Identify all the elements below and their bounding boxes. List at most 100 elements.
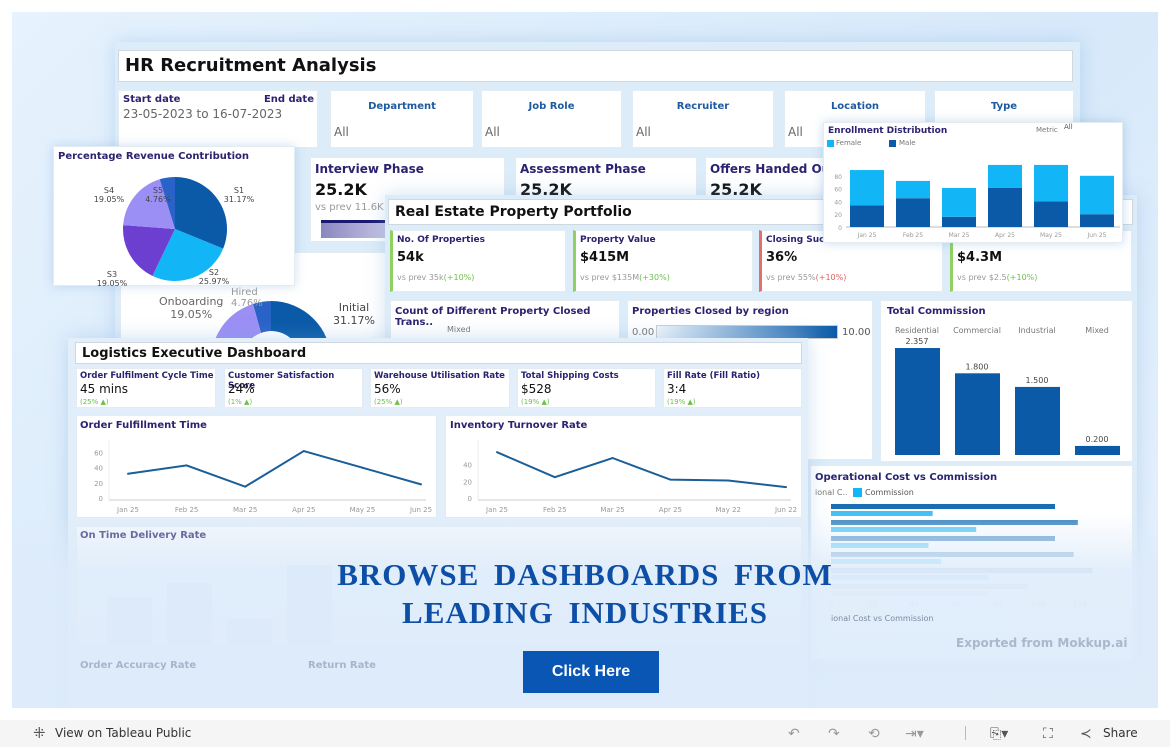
pie-value-label: 4.76% [145, 195, 171, 204]
funnel-hired: Hired 4.76% [231, 287, 263, 309]
re-kpi-card: Property Value $415M vs prev $135M(+30%) [573, 230, 753, 292]
y-tick-label: 20 [463, 478, 472, 486]
end-date-label: End date [263, 94, 314, 105]
bar-male [1080, 214, 1114, 227]
x-category-label: Residential [895, 326, 939, 335]
pie-value-label: 19.05% [97, 279, 128, 287]
bar-male [896, 198, 930, 227]
toolbar-divider [965, 726, 966, 740]
download-icon[interactable]: ⎘▾ [990, 726, 1008, 742]
pie-label: S2 [209, 268, 219, 277]
kpi-label: No. Of Properties [397, 235, 486, 245]
promo-headline-line2: LEADING INDUSTRIES [402, 595, 768, 630]
count-closed-title: Count of Different Property Closed Trans… [395, 306, 591, 328]
kpi-prev: vs prev 11.6K [315, 202, 384, 213]
inventory-title: Inventory Turnover Rate [450, 420, 588, 431]
share-icon[interactable]: ≺ [1080, 726, 1092, 742]
pie-label: S3 [107, 270, 117, 279]
legend-commission: Commission [865, 488, 914, 497]
y-tick-label: 40 [463, 462, 472, 470]
pie-value-label: 31.17% [224, 195, 255, 204]
filter-label: Location [830, 101, 880, 112]
kpi-delta: (19% ▲) [521, 398, 550, 406]
commission-title: Total Commission [887, 306, 986, 317]
share-button[interactable]: Share [1103, 726, 1138, 740]
undo-icon[interactable]: ↶ [788, 726, 800, 742]
kpi-delta: (+10%) [443, 273, 475, 282]
region-title: Properties Closed by region [632, 306, 789, 317]
kpi-value: $4.3M [957, 250, 1003, 265]
kpi-label: Property Value [580, 235, 656, 245]
count-mixed-label: Mixed [447, 325, 471, 334]
bar-value-label: 1.800 [966, 362, 989, 371]
kpi-label: Closing Succ [766, 235, 830, 245]
bar-value-label: 1.500 [1026, 376, 1049, 385]
filter-value: All [788, 125, 803, 139]
total-commission-card: Total Commission Residential 2.357 Commerc… [880, 300, 1133, 462]
filter-department[interactable]: Department All [330, 90, 474, 148]
revert-icon[interactable]: ⟲ [868, 726, 880, 742]
y-tick-label: 40 [834, 199, 842, 206]
filter-recruiter[interactable]: Recruiter All [632, 90, 774, 148]
fulfillment-chart: 0204060Jan 25 Feb 25 Mar 25 Apr 25 May 25 Jun… [94, 440, 432, 514]
fullscreen-icon[interactable]: ⛶ [1043, 726, 1053, 742]
kpi-prev: vs prev 35k [397, 273, 444, 282]
x-tick-label: Mar 25 [949, 232, 970, 239]
commission-bar [955, 373, 1000, 455]
pie-label: S5 [153, 186, 163, 195]
bar-female [988, 164, 1022, 188]
inventory-chart: 02040Jan 25 Feb 25 Mar 25 Apr 25 May 22 Jun 2… [463, 440, 797, 514]
logistics-kpi-card: Fill Rate (Fill Ratio) 3:4 (19% ▲) [663, 368, 802, 408]
pie-value-label: 19.05% [94, 195, 125, 204]
refresh-icon[interactable]: ⇥▾ [905, 726, 924, 742]
kpi-label: Offers Handed Out [710, 162, 836, 176]
tableau-toolbar: ⁜ View on Tableau Public ↶ ↷ ⟲ ⇥▾ ⎘▾ ⛶ ≺… [0, 720, 1170, 747]
kpi-value: 45 mins [80, 382, 128, 396]
metric-label: Metric [1036, 126, 1058, 134]
view-on-tableau-link[interactable]: View on Tableau Public [55, 726, 191, 740]
x-tick-label: Jan 25 [857, 232, 877, 239]
line-series [496, 451, 787, 489]
region-legend-min: 0.00 [632, 327, 655, 338]
y-tick-label: 0 [838, 225, 842, 232]
kpi-prev: vs prev $2.5 [957, 273, 1007, 282]
kpi-value: 36% [766, 250, 798, 265]
redo-icon[interactable]: ↷ [828, 726, 840, 742]
kpi-value: 25.2K [315, 180, 367, 199]
return-title: Return Rate [308, 660, 376, 671]
commission-chart: Residential 2.357 Commercial 1.800 Industria… [895, 326, 1120, 455]
kpi-delta: (25% ▲) [374, 398, 403, 406]
date-range: 23-05-2023 to 16-07-2023 [123, 107, 283, 121]
click-here-button[interactable]: Click Here [523, 651, 659, 693]
date-filter[interactable]: Start date End date 23-05-2023 to 16-07-… [118, 90, 318, 148]
bar-female [896, 180, 930, 199]
commission-bar [1075, 445, 1120, 455]
filter-label: Type [990, 101, 1018, 112]
hr-title: HR Recruitment Analysis [118, 50, 1073, 82]
kpi-label: Order Fulfilment Cycle Time [80, 371, 214, 381]
logistics-kpi-card: Order Fulfilment Cycle Time 45 mins (25%… [76, 368, 216, 408]
bar-female [942, 187, 976, 217]
x-tick-label: May 25 [1040, 232, 1062, 239]
kpi-value: 54k [397, 250, 424, 265]
bar-male [1034, 201, 1068, 227]
filter-label: Job Role [528, 101, 575, 112]
kpi-sparkline [321, 220, 391, 238]
y-tick-label: 20 [834, 212, 842, 219]
kpi-label: Interview Phase [315, 162, 424, 176]
bar-male [988, 187, 1022, 227]
y-tick-label: 0 [468, 495, 472, 503]
kpi-value: $528 [521, 382, 552, 396]
kpi-prev: vs prev $135M [580, 273, 640, 282]
bar-female [850, 170, 884, 206]
fulfillment-title: Order Fulfillment Time [80, 420, 207, 431]
metric-filter[interactable]: All [1064, 123, 1073, 131]
kpi-value: 56% [374, 382, 401, 396]
y-tick-label: 40 [94, 465, 103, 473]
kpi-delta: (+10%) [1006, 273, 1038, 282]
opcost-title: Operational Cost vs Commission [815, 472, 998, 483]
filter-job-role[interactable]: Job Role All [481, 90, 622, 148]
logistics-title: Logistics Executive Dashboard [75, 342, 802, 364]
y-tick-label: 0 [99, 495, 103, 503]
x-tick-label: Feb 25 [903, 232, 923, 239]
